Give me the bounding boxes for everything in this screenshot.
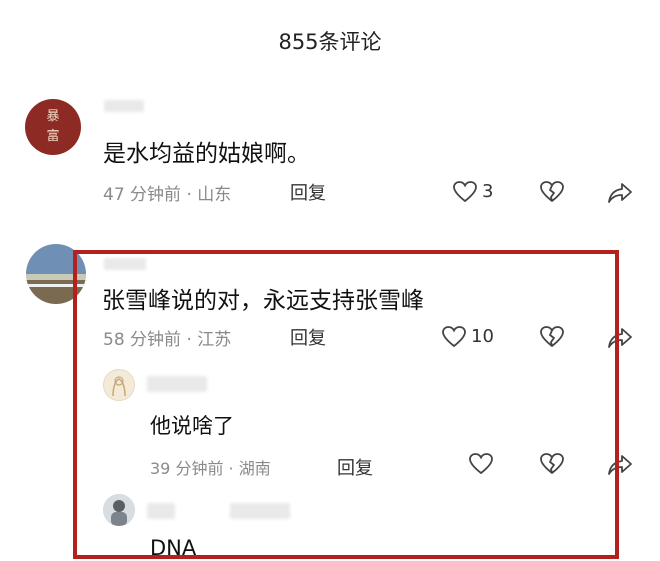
username-redacted [104,100,144,112]
like-count: 3 [482,181,494,202]
comment-text: 是水均益的姑娘啊。 [103,141,310,167]
share-icon[interactable] [606,181,634,205]
highlight-box [73,250,619,559]
page-title: 855条评论 [278,30,382,54]
comment-time-location: 47 分钟前 · 山东 [103,185,232,205]
reply-button[interactable]: 回复 [290,179,326,205]
avatar[interactable]: 暴 富 [25,99,81,155]
avatar-seal-text-1: 暴 [46,109,60,124]
broken-heart-icon[interactable] [539,180,565,204]
avatar-seal-text-2: 富 [46,129,60,144]
heart-icon[interactable] [452,180,478,204]
